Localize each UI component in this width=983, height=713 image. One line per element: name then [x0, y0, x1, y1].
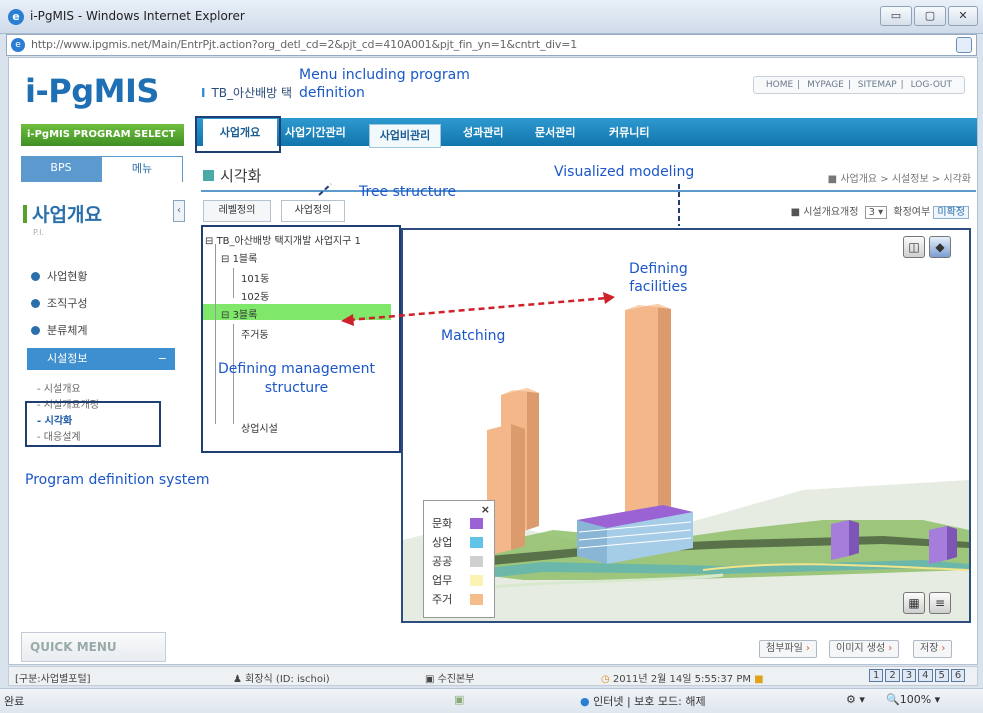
browser-status-bar: 완료 ▣ ● 인터넷 | 보호 모드: 해제 ⚙ ▾ 🔍100% ▾: [0, 688, 983, 713]
user-info: ♟ 회장식 (ID: ischoi): [233, 674, 330, 685]
annotation-arrows: [318, 183, 680, 326]
datetime: ◷ 2011년 2월 14일 5:55:37 PM ■: [601, 674, 764, 685]
settings-icon[interactable]: ⚙ ▾: [846, 693, 865, 706]
close-button[interactable]: ✕: [948, 6, 978, 26]
compatibility-icon[interactable]: [956, 37, 972, 53]
page-button[interactable]: 2: [885, 669, 900, 682]
page-button[interactable]: 3: [901, 669, 917, 682]
page-button[interactable]: 5: [934, 669, 949, 682]
minimize-button[interactable]: ▭: [880, 6, 912, 26]
window-titlebar: e i-PgMIS - Windows Internet Explorer ▭ …: [0, 0, 983, 34]
department: ▣ 수진본부: [425, 674, 475, 685]
maximize-button[interactable]: ▢: [914, 6, 946, 26]
zone-info[interactable]: ● 인터넷 | 보호 모드: 해제: [580, 693, 706, 709]
page-icon: e: [11, 38, 25, 52]
portal-status-bar: [구분:사업별포털] ♟ 회장식 (ID: ischoi) ▣ 수진본부 ◷ 2…: [8, 666, 978, 686]
window-title: i-PgMIS - Windows Internet Explorer: [30, 9, 245, 23]
page-button[interactable]: 4: [918, 669, 933, 682]
load-status: 완료: [4, 695, 25, 708]
security-icon: ▣: [454, 693, 465, 706]
page-button[interactable]: 6: [950, 669, 966, 682]
web-page: i-PgMIS i-PgMIS PROGRAM SELECT I TB_아산배방 …: [8, 57, 978, 665]
ie-icon: e: [8, 9, 24, 25]
page-buttons: 1 2 3 4 5 6: [869, 669, 966, 682]
page-button[interactable]: 1: [869, 669, 884, 682]
url-text[interactable]: http://www.ipgmis.net/Main/EntrPjt.actio…: [31, 38, 577, 51]
address-bar[interactable]: e http://www.ipgmis.net/Main/EntrPjt.act…: [6, 34, 977, 56]
portal-type: [구분:사업별포털]: [15, 674, 91, 685]
zoom-level[interactable]: 🔍100% ▾: [886, 693, 940, 706]
